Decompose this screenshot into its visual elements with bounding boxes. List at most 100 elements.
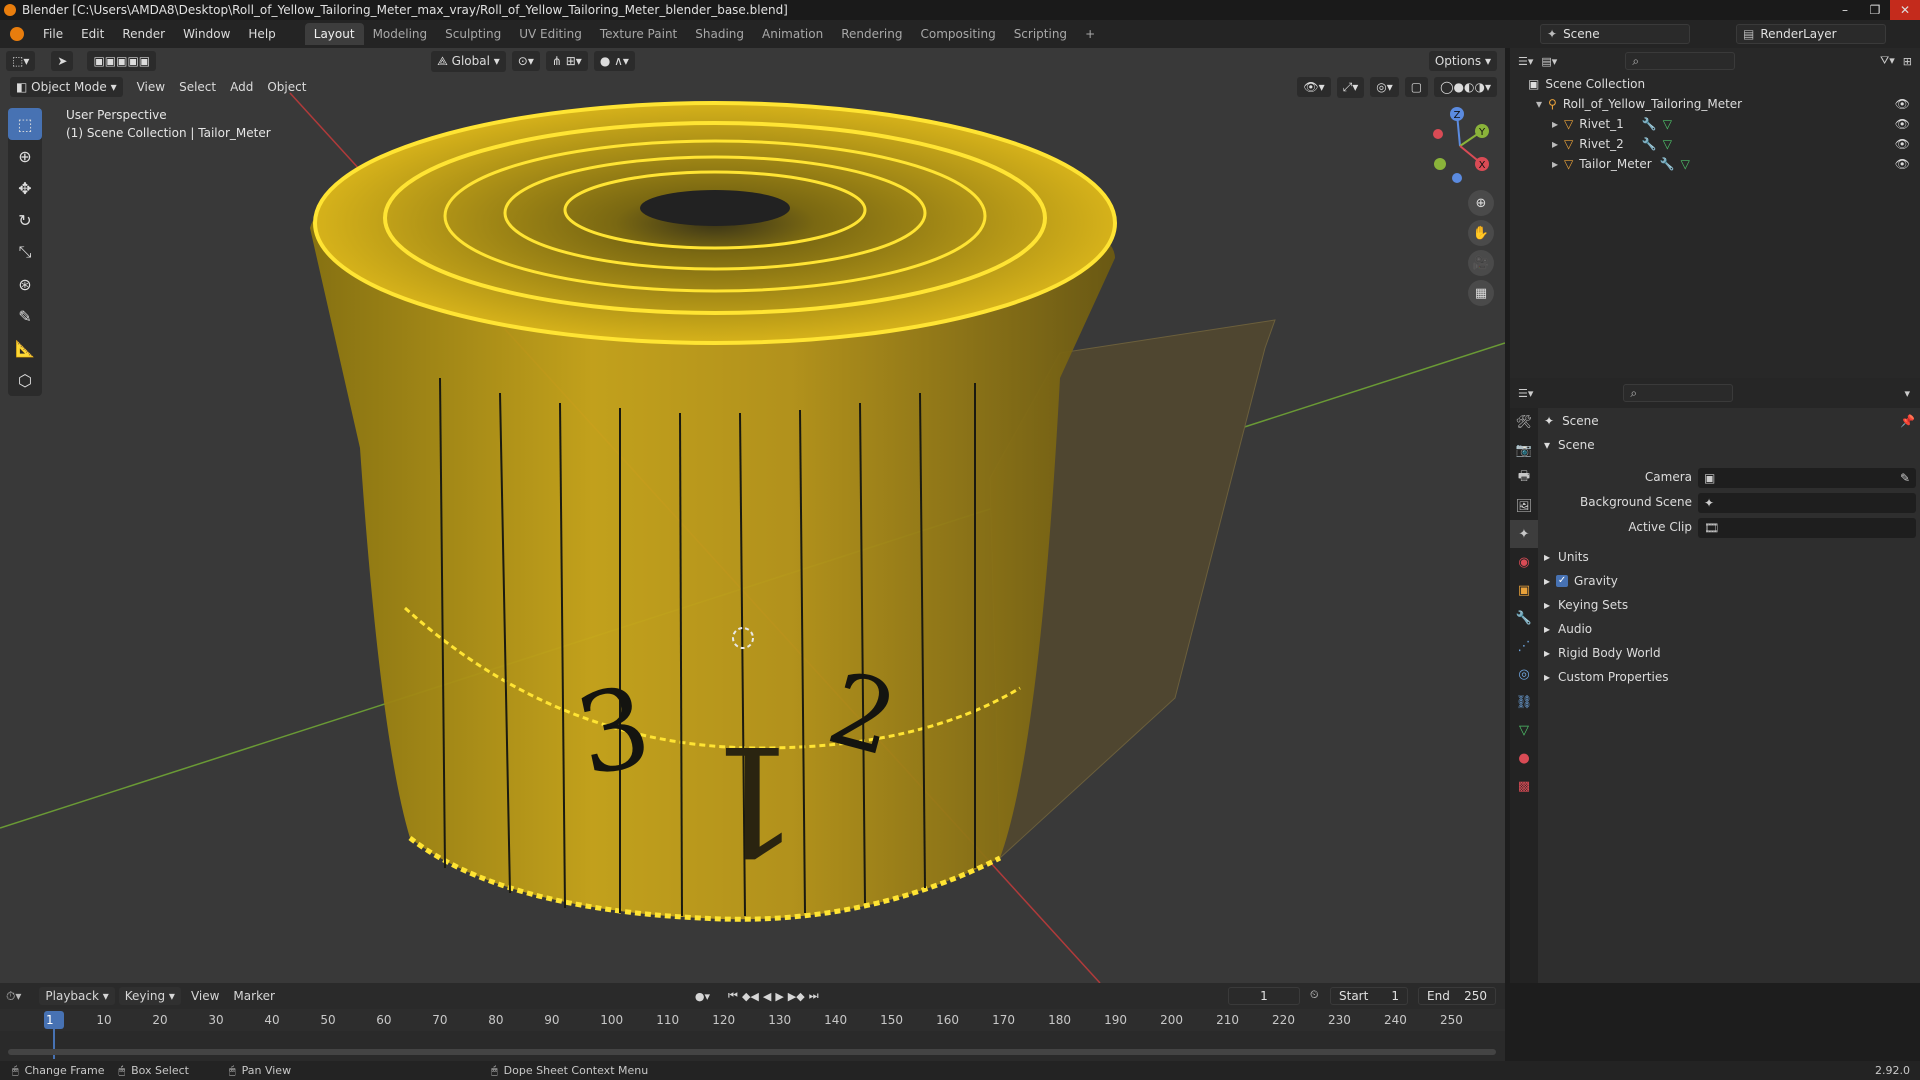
modifier-tab-icon[interactable]: 🔧 (1510, 604, 1538, 632)
tab-layout[interactable]: Layout (304, 23, 364, 45)
navigation-gizmo[interactable]: Z Y X (1420, 106, 1500, 186)
next-keyframe-icon[interactable]: ▶◆ (788, 990, 805, 1003)
material-tab-icon[interactable]: ● (1510, 744, 1538, 772)
outliner-search-input[interactable]: ⌕ (1625, 52, 1736, 70)
jump-start-icon[interactable]: ⏮ (728, 989, 738, 1003)
background-scene-field[interactable]: ✦ (1698, 493, 1916, 513)
play-icon[interactable]: ▶ (775, 990, 783, 1003)
measure-icon[interactable]: 📐 (8, 332, 42, 364)
cursor-icon[interactable]: ⊕ (8, 140, 42, 172)
timeline-ruler[interactable]: 1 10 20 30 40 50 60 70 80 90 100 110 120 130 140 150 160… (0, 1009, 1505, 1059)
timeline-scrollbar[interactable] (8, 1049, 1496, 1055)
pin-icon[interactable]: 📌 (1900, 414, 1915, 428)
outliner-item-tailor-meter[interactable]: ▸ ▽ Tailor_Meter 🔧 ▽ 👁 (1510, 154, 1920, 174)
editor-type-icon[interactable]: ☰▾ (1518, 55, 1533, 68)
prev-keyframe-icon[interactable]: ◆◀ (742, 990, 759, 1003)
add-workspace-button[interactable]: + (1076, 23, 1104, 45)
options-dropdown[interactable]: Options ▾ (1428, 51, 1497, 71)
active-clip-field[interactable]: 🎞 (1698, 518, 1916, 538)
expand-arrow-icon[interactable]: ▸ (1552, 117, 1558, 131)
close-button[interactable]: ✕ (1890, 0, 1920, 20)
tab-modeling[interactable]: Modeling (364, 23, 437, 45)
pivot-point-dropdown[interactable]: ⊙▾ (511, 51, 540, 71)
ortho-grid-icon[interactable]: ▦ (1468, 280, 1494, 306)
record-icon[interactable]: ●▾ (695, 990, 710, 1003)
gravity-checkbox[interactable]: ✓ (1556, 575, 1569, 587)
panel-audio[interactable]: ▸ Audio (1544, 618, 1592, 640)
new-collection-icon[interactable]: ⊞ (1903, 55, 1912, 68)
transform-icon[interactable]: ⊛ (8, 268, 42, 300)
timeline-view-menu[interactable]: View (191, 989, 219, 1003)
texture-tab-icon[interactable]: ▩ (1510, 772, 1538, 800)
tool-tab-icon[interactable]: 🛠 (1510, 408, 1538, 436)
selection-mode-buttons[interactable]: ▣▣▣▣▣ (87, 51, 157, 71)
menu-add[interactable]: Add (230, 80, 253, 94)
eye-icon[interactable]: 👁 (1895, 137, 1910, 151)
select-box-icon[interactable]: ⬚ (8, 108, 42, 140)
tab-uv-editing[interactable]: UV Editing (510, 23, 591, 45)
scene-section-header[interactable]: ▾ Scene (1544, 434, 1595, 456)
pan-hand-icon[interactable]: ✋ (1468, 220, 1494, 246)
play-reverse-icon[interactable]: ◀ (763, 990, 771, 1003)
renderlayer-selector[interactable]: ▤ RenderLayer (1736, 24, 1886, 44)
editor-type-button[interactable]: ⬚▾ (6, 51, 36, 71)
view-layer-tab-icon[interactable]: 🖼 (1510, 492, 1538, 520)
menu-render[interactable]: Render (113, 27, 174, 41)
select-tool-button[interactable]: ➤ (51, 51, 74, 71)
end-frame-field[interactable]: End 250 (1418, 987, 1496, 1005)
scene-selector[interactable]: ✦ Scene (1540, 24, 1690, 44)
editor-type-icon[interactable]: ⏱▾ (6, 989, 21, 1004)
render-tab-icon[interactable]: 📷 (1510, 436, 1538, 464)
maximize-button[interactable]: ❐ (1860, 0, 1890, 20)
minimize-button[interactable]: – (1830, 0, 1860, 20)
playback-dropdown[interactable]: Playback ▾ (39, 987, 115, 1005)
output-tab-icon[interactable]: 🖶 (1510, 464, 1538, 492)
tab-scripting[interactable]: Scripting (1005, 23, 1076, 45)
tab-rendering[interactable]: Rendering (832, 23, 911, 45)
panel-custom-properties[interactable]: ▸ Custom Properties (1544, 666, 1668, 688)
keying-dropdown[interactable]: Keying ▾ (118, 987, 181, 1005)
panel-gravity[interactable]: ▸ ✓ Gravity (1544, 570, 1618, 592)
object-tab-icon[interactable]: ▣ (1510, 576, 1538, 604)
gizmo-toggle[interactable]: ⤢▾ (1336, 76, 1365, 98)
zoom-icon[interactable]: ⊕ (1468, 190, 1494, 216)
outliner-item-rivet-1[interactable]: ▸ ▽ Rivet_1 🔧 ▽ 👁 (1510, 114, 1920, 134)
camera-view-icon[interactable]: 🎥 (1468, 250, 1494, 276)
properties-search-input[interactable]: ⌕ (1623, 384, 1734, 402)
tab-shading[interactable]: Shading (686, 23, 753, 45)
current-frame-field[interactable]: 1 (1228, 987, 1300, 1005)
annotate-icon[interactable]: ✎ (8, 300, 42, 332)
menu-file[interactable]: File (34, 27, 72, 41)
panel-rigid-body-world[interactable]: ▸ Rigid Body World (1544, 642, 1661, 664)
panel-units[interactable]: ▸ Units (1544, 546, 1589, 568)
tab-animation[interactable]: Animation (753, 23, 832, 45)
timeline-marker-menu[interactable]: Marker (233, 989, 274, 1003)
outliner-item-rivet-2[interactable]: ▸ ▽ Rivet_2 🔧 ▽ 👁 (1510, 134, 1920, 154)
menu-object[interactable]: Object (267, 80, 306, 94)
menu-window[interactable]: Window (174, 27, 239, 41)
tab-texture-paint[interactable]: Texture Paint (591, 23, 686, 45)
rotate-icon[interactable]: ↻ (8, 204, 42, 236)
menu-help[interactable]: Help (239, 27, 284, 41)
expand-arrow-icon[interactable]: ▸ (1552, 157, 1558, 171)
jump-end-icon[interactable]: ⏭ (809, 989, 819, 1003)
expand-arrow-icon[interactable]: ▸ (1552, 137, 1558, 151)
preview-range-icon[interactable]: ⏲ (1310, 988, 1319, 1002)
eye-icon[interactable]: 👁 (1895, 97, 1910, 111)
panel-keying-sets[interactable]: ▸ Keying Sets (1544, 594, 1628, 616)
chevron-down-icon[interactable]: ▾ (1904, 387, 1910, 400)
editor-type-icon[interactable]: ☰▾ (1518, 387, 1533, 400)
eye-icon[interactable]: 👁 (1895, 157, 1910, 171)
outliner-root[interactable]: ▣ Scene Collection (1510, 74, 1920, 94)
move-icon[interactable]: ✥ (8, 172, 42, 204)
proportional-edit-toggle[interactable]: ● ∧▾ (593, 51, 635, 71)
physics-tab-icon[interactable]: ◎ (1510, 660, 1538, 688)
filter-icon[interactable]: ⛛▾ (1880, 54, 1895, 68)
menu-view[interactable]: View (137, 80, 165, 94)
viewport-3d[interactable]: 3 1 2 ⬚▾ ➤ ▣▣▣▣▣ ⟁ Global ▾ ⊙▾ ⋔ ⊞▾ ● ∧▾… (0, 48, 1505, 983)
camera-field[interactable]: ▣ ✎ (1698, 468, 1916, 488)
data-tab-icon[interactable]: ▽ (1510, 716, 1538, 744)
eyedropper-icon[interactable]: ✎ (1900, 471, 1910, 485)
scene-tab-icon[interactable]: ✦ (1510, 520, 1538, 548)
tab-sculpting[interactable]: Sculpting (436, 23, 510, 45)
